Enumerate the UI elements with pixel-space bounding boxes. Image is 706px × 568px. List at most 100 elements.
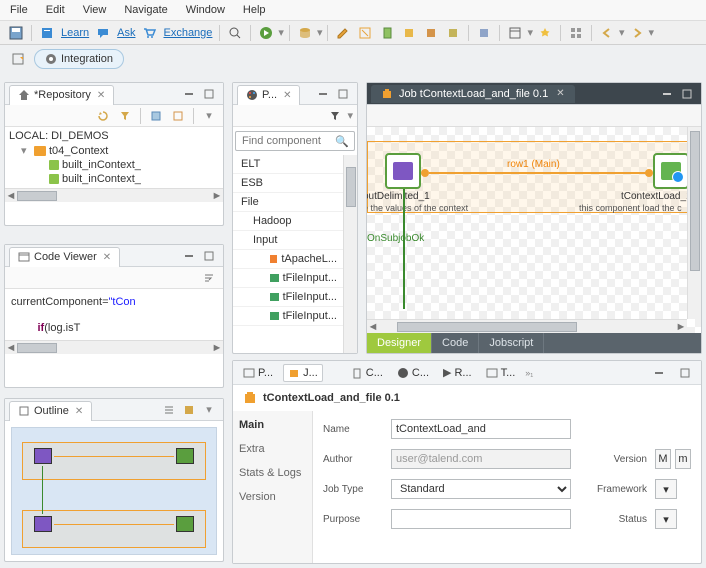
component-node[interactable]	[653, 153, 689, 189]
grid-icon[interactable]	[566, 23, 586, 43]
name-field[interactable]	[391, 419, 571, 439]
tab-jobscript[interactable]: Jobscript	[479, 333, 544, 353]
minimize-icon[interactable]	[313, 84, 333, 104]
palette-group[interactable]: Hadoop	[233, 212, 343, 231]
menu-help[interactable]: Help	[241, 2, 268, 18]
fav-icon[interactable]	[535, 23, 555, 43]
tab-designer[interactable]: Designer	[367, 333, 432, 353]
close-icon[interactable]: ✕	[75, 406, 83, 417]
menu-edit[interactable]: Edit	[44, 2, 67, 18]
tool-icon[interactable]	[377, 23, 397, 43]
scrollbar[interactable]: ◄►	[5, 340, 223, 354]
refresh-icon[interactable]	[93, 106, 113, 126]
close-icon[interactable]: ✕	[97, 90, 105, 101]
tab-code[interactable]: Code	[432, 333, 479, 353]
maximize-icon[interactable]	[333, 84, 353, 104]
tree-item[interactable]: built_inContext_	[9, 172, 219, 186]
learn-link[interactable]: Learn	[59, 27, 91, 39]
minimize-icon[interactable]	[179, 84, 199, 104]
menu-view[interactable]: View	[81, 2, 109, 18]
bottom-tab[interactable]: T...	[482, 365, 520, 381]
collapse-icon[interactable]	[146, 106, 166, 126]
nav-extra[interactable]: Extra	[237, 441, 308, 457]
code-viewer-tab[interactable]: Code Viewer ✕	[9, 247, 120, 267]
bottom-tab[interactable]: C...	[393, 365, 433, 381]
job-tab[interactable]: Job tContextLoad_and_file 0.1 ✕	[371, 85, 575, 103]
nav-version[interactable]: Version	[237, 489, 308, 505]
maximize-icon[interactable]	[199, 246, 219, 266]
bottom-tab[interactable]: P...	[239, 365, 277, 381]
palette-item[interactable]: tFileInput...	[233, 307, 343, 326]
filter-icon[interactable]	[115, 106, 135, 126]
component-node[interactable]	[385, 153, 421, 189]
menu-icon[interactable]: ▾	[199, 106, 219, 126]
tree-folder[interactable]: ▾t04_Context	[9, 143, 219, 158]
outline-thumbnail[interactable]	[11, 427, 217, 555]
open-perspective-icon[interactable]	[8, 49, 28, 69]
framework-dropdown[interactable]: ▾	[655, 479, 677, 499]
tree-root[interactable]: LOCAL: DI_DEMOS	[9, 129, 219, 143]
ask-link[interactable]: Ask	[115, 27, 137, 39]
pencil-icon[interactable]	[333, 23, 353, 43]
purpose-field[interactable]	[391, 509, 571, 529]
palette-item[interactable]: tApacheL...	[233, 250, 343, 269]
scrollbar[interactable]: ◄►	[367, 319, 687, 333]
flow-connection[interactable]	[429, 172, 647, 174]
book-icon[interactable]	[37, 23, 57, 43]
nav-main[interactable]: Main	[237, 417, 308, 433]
palette-item[interactable]: tFileInput...	[233, 288, 343, 307]
bottom-tab[interactable]: ▶R...	[439, 364, 476, 381]
version-minor-button[interactable]: m	[675, 449, 691, 469]
menu-window[interactable]: Window	[184, 2, 227, 18]
close-icon[interactable]: ✕	[103, 252, 111, 263]
db-icon[interactable]	[295, 23, 315, 43]
bottom-tab[interactable]: C...	[347, 365, 387, 381]
subjob-connection[interactable]	[403, 189, 405, 309]
comment-icon[interactable]	[93, 23, 113, 43]
window-icon[interactable]	[505, 23, 525, 43]
scrollbar[interactable]	[687, 127, 701, 319]
close-icon[interactable]: ✕	[556, 88, 564, 99]
scrollbar[interactable]	[343, 155, 357, 353]
palette-group[interactable]: File	[233, 193, 343, 212]
maximize-icon[interactable]	[677, 84, 697, 104]
run-icon[interactable]	[256, 23, 276, 43]
tree-mode-icon[interactable]	[159, 400, 179, 420]
outline-tab[interactable]: Outline ✕	[9, 401, 92, 421]
exchange-link[interactable]: Exchange	[161, 27, 214, 39]
save-icon[interactable]	[6, 23, 26, 43]
maximize-icon[interactable]	[675, 363, 695, 383]
tool3-icon[interactable]	[421, 23, 441, 43]
tree-item[interactable]: built_inContext_	[9, 158, 219, 172]
fwd-icon[interactable]	[627, 23, 647, 43]
menu-navigate[interactable]: Navigate	[122, 2, 169, 18]
cart-icon[interactable]	[139, 23, 159, 43]
nav-stats[interactable]: Stats & Logs	[237, 465, 308, 481]
minimize-icon[interactable]	[179, 246, 199, 266]
thumb-mode-icon[interactable]	[179, 400, 199, 420]
palette-item[interactable]: tFileInput...	[233, 269, 343, 288]
tool5-icon[interactable]	[474, 23, 494, 43]
back-icon[interactable]	[597, 23, 617, 43]
scrollbar[interactable]: ◄►	[5, 188, 223, 202]
tool4-icon[interactable]	[443, 23, 463, 43]
repository-tab[interactable]: *Repository ✕	[9, 85, 114, 105]
minimize-icon[interactable]	[657, 84, 677, 104]
tool2-icon[interactable]	[399, 23, 419, 43]
design-canvas[interactable]: outDelimited_1 e the values of the conte…	[367, 127, 701, 333]
maximize-icon[interactable]	[199, 84, 219, 104]
jobtype-select[interactable]: Standard	[391, 479, 571, 499]
wrap-icon[interactable]	[199, 268, 219, 288]
funnel-icon[interactable]	[325, 106, 345, 126]
menu-icon[interactable]: ▾	[199, 400, 219, 420]
close-icon[interactable]: ✕	[283, 90, 291, 101]
palette-group[interactable]: Input	[233, 231, 343, 250]
link-icon[interactable]	[168, 106, 188, 126]
palette-group[interactable]: ESB	[233, 174, 343, 193]
palette-group[interactable]: ELT	[233, 155, 343, 174]
version-major-button[interactable]: M	[655, 449, 671, 469]
search-icon[interactable]	[225, 23, 245, 43]
palette-tab[interactable]: P... ✕	[237, 85, 300, 105]
status-dropdown[interactable]: ▾	[655, 509, 677, 529]
minimize-icon[interactable]	[649, 363, 669, 383]
